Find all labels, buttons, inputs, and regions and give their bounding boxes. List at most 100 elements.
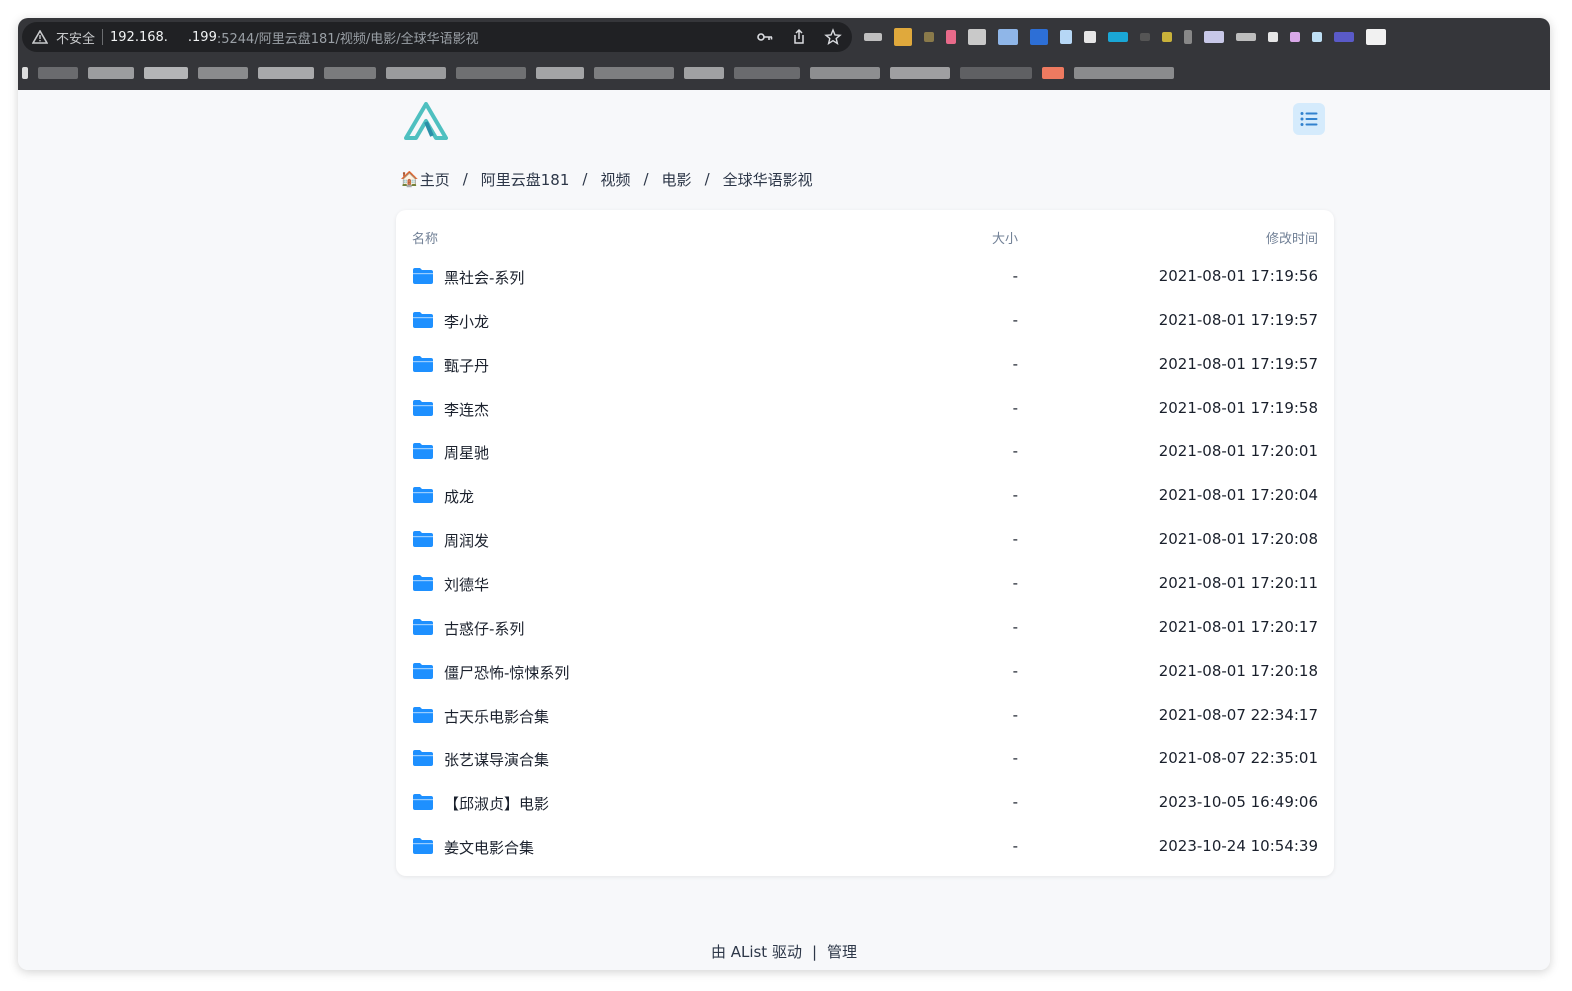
extension-icon[interactable] xyxy=(1108,32,1128,42)
table-row[interactable]: 僵尸恐怖-惊悚系列 - 2021-08-01 17:20:18 xyxy=(396,651,1334,695)
extension-icon[interactable] xyxy=(1290,32,1300,42)
file-name[interactable]: 古惑仔-系列 xyxy=(444,618,524,639)
file-name[interactable]: 周润发 xyxy=(444,530,489,551)
share-icon[interactable] xyxy=(790,28,808,46)
bookmark[interactable] xyxy=(536,67,584,79)
breadcrumb-home[interactable]: 主页 xyxy=(420,169,450,190)
table-row[interactable]: 李连杰 - 2021-08-01 17:19:58 xyxy=(396,388,1334,432)
file-name[interactable]: 李连杰 xyxy=(444,399,489,420)
file-modified: 2021-08-01 17:20:04 xyxy=(1158,486,1318,505)
file-size: - xyxy=(1012,398,1018,417)
file-modified: 2021-08-01 17:19:57 xyxy=(1158,354,1318,373)
extension-icon[interactable] xyxy=(1366,29,1386,45)
extension-icon[interactable] xyxy=(1060,30,1072,44)
bookmark[interactable] xyxy=(324,67,376,79)
bookmark[interactable] xyxy=(258,67,314,79)
extension-icon[interactable] xyxy=(1084,31,1096,43)
list-view-toggle[interactable] xyxy=(1293,103,1325,135)
file-modified: 2021-08-01 17:19:58 xyxy=(1158,398,1318,417)
alist-logo[interactable] xyxy=(404,102,448,140)
file-name[interactable]: 成龙 xyxy=(444,486,474,507)
extension-icon[interactable] xyxy=(998,29,1018,45)
key-icon[interactable] xyxy=(756,28,774,46)
breadcrumb-current[interactable]: 全球华语影视 xyxy=(723,169,813,190)
extension-icon[interactable] xyxy=(924,32,934,42)
extension-icon[interactable] xyxy=(946,30,956,44)
extension-icon[interactable] xyxy=(1334,32,1354,42)
extension-icon[interactable] xyxy=(968,29,986,45)
address-bar[interactable]: 不安全 192.168. .199 :5244/阿里云盘181/视频/电影/全球… xyxy=(22,22,852,52)
extension-icon[interactable] xyxy=(1162,32,1172,42)
extension-icon[interactable] xyxy=(1204,31,1224,43)
breadcrumb-video[interactable]: 视频 xyxy=(600,169,630,190)
table-row[interactable]: 古惑仔-系列 - 2021-08-01 17:20:17 xyxy=(396,607,1334,651)
table-row[interactable]: 刘德华 - 2021-08-01 17:20:11 xyxy=(396,563,1334,607)
file-name[interactable]: 甄子丹 xyxy=(444,355,489,376)
bookmark[interactable] xyxy=(88,67,134,79)
table-row[interactable]: 【邱淑贞】电影 - 2023-10-05 16:49:06 xyxy=(396,782,1334,826)
file-modified: 2021-08-01 17:19:56 xyxy=(1158,267,1318,285)
table-row[interactable]: 姜文电影合集 - 2023-10-24 10:54:39 xyxy=(396,826,1334,870)
file-size: - xyxy=(1012,837,1018,856)
warning-icon xyxy=(32,30,48,44)
table-row[interactable]: 甄子丹 - 2021-08-01 17:19:57 xyxy=(396,344,1334,388)
file-name[interactable]: 姜文电影合集 xyxy=(444,837,534,858)
file-name[interactable]: 刘德华 xyxy=(444,574,489,595)
column-header-modified[interactable]: 修改时间 xyxy=(1266,228,1318,247)
file-name[interactable]: 周星驰 xyxy=(444,442,489,463)
table-row[interactable]: 张艺谋导演合集 - 2021-08-07 22:35:01 xyxy=(396,738,1334,782)
file-size: - xyxy=(1012,574,1018,593)
bookmark[interactable] xyxy=(960,67,1032,79)
column-header-size[interactable]: 大小 xyxy=(986,228,1018,247)
table-row[interactable]: 李小龙 - 2021-08-01 17:19:57 xyxy=(396,300,1334,344)
breadcrumb-aliyun[interactable]: 阿里云盘181 xyxy=(481,169,570,190)
bookmark[interactable] xyxy=(1074,67,1174,79)
powered-by-link[interactable]: 由 AList 驱动 xyxy=(711,943,802,961)
extension-icon[interactable] xyxy=(1236,33,1256,41)
extension-icon[interactable] xyxy=(1312,32,1322,42)
extension-icon[interactable] xyxy=(1184,30,1192,44)
footer-separator: | xyxy=(811,943,818,961)
bookmark[interactable] xyxy=(810,67,880,79)
file-name[interactable]: 黑社会-系列 xyxy=(444,267,524,288)
extension-icon[interactable] xyxy=(1268,32,1278,42)
table-row[interactable]: 成龙 - 2021-08-01 17:20:04 xyxy=(396,475,1334,519)
table-row[interactable]: 黑社会-系列 - 2021-08-01 17:19:56 xyxy=(396,256,1334,300)
bookmark[interactable] xyxy=(38,67,78,79)
star-icon[interactable] xyxy=(824,28,842,46)
bookmark[interactable] xyxy=(144,67,188,79)
bookmark[interactable] xyxy=(456,67,526,79)
bookmark[interactable] xyxy=(734,67,800,79)
table-row[interactable]: 周润发 - 2021-08-01 17:20:08 xyxy=(396,519,1334,563)
bookmark[interactable] xyxy=(684,67,724,79)
extension-icon[interactable] xyxy=(1140,33,1150,41)
folder-icon xyxy=(413,355,433,372)
column-header-name[interactable]: 名称 xyxy=(412,228,438,247)
file-name[interactable]: 【邱淑贞】电影 xyxy=(444,793,549,814)
bookmark[interactable] xyxy=(386,67,446,79)
table-row[interactable]: 周星驰 - 2021-08-01 17:20:01 xyxy=(396,431,1334,475)
extension-icon[interactable] xyxy=(864,33,882,41)
security-label[interactable]: 不安全 xyxy=(56,28,95,47)
file-modified: 2023-10-24 10:54:39 xyxy=(1158,837,1318,856)
file-name[interactable]: 僵尸恐怖-惊悚系列 xyxy=(444,662,569,683)
manage-link[interactable]: 管理 xyxy=(827,943,857,961)
file-name[interactable]: 张艺谋导演合集 xyxy=(444,749,549,770)
bookmark[interactable] xyxy=(198,67,248,79)
file-size: - xyxy=(1012,354,1018,373)
folder-icon xyxy=(413,268,433,284)
extension-icon[interactable] xyxy=(894,28,912,46)
bookmark[interactable] xyxy=(594,67,674,79)
table-row[interactable]: 古天乐电影合集 - 2021-08-07 22:34:17 xyxy=(396,695,1334,739)
breadcrumb-separator: / xyxy=(643,170,649,188)
bookmark[interactable] xyxy=(22,67,28,79)
file-name[interactable]: 李小龙 xyxy=(444,311,489,332)
breadcrumb-movies[interactable]: 电影 xyxy=(662,169,692,190)
bookmark[interactable] xyxy=(1042,67,1064,79)
extension-icon[interactable] xyxy=(1030,29,1048,45)
url-host-right: .199 xyxy=(187,29,217,45)
url-path: :5244/阿里云盘181/视频/电影/全球华语影视 xyxy=(216,31,479,47)
bookmark[interactable] xyxy=(890,67,950,79)
breadcrumb-separator: / xyxy=(704,170,710,188)
file-name[interactable]: 古天乐电影合集 xyxy=(444,706,549,727)
